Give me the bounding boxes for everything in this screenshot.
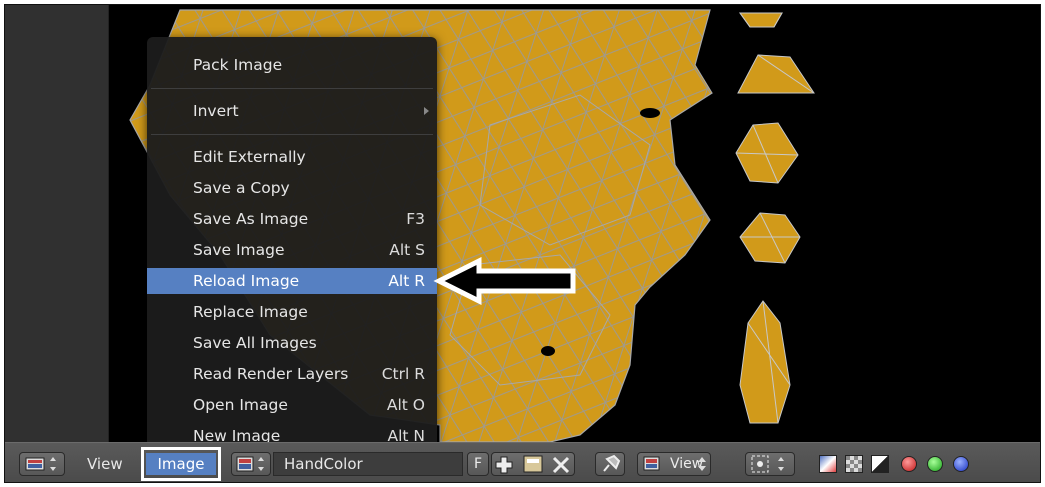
menu-item-label: Edit Externally [193,148,306,166]
menu-item-label: Save a Copy [193,179,290,197]
updown-arrow-icon [698,457,706,471]
editor-type-button[interactable] [19,452,65,476]
channel-alpha-icon[interactable] [845,455,863,473]
channel-red-icon[interactable] [901,456,917,472]
menu-item-label: Save As Image [193,210,309,228]
image-editor-window: Pack Image Invert Edit Externally Save a… [4,4,1041,483]
menu-item-label: Pack Image [193,56,283,74]
new-image-icon[interactable] [495,456,513,474]
pin-button[interactable] [595,452,625,476]
menu-item-pack-image[interactable]: Pack Image [147,52,437,78]
open-image-icon[interactable] [523,455,543,473]
menu-item-label: Read Render Layers [193,365,349,383]
menu-item-shortcut: Alt R [388,272,425,290]
menu-item-label: Open Image [193,396,288,414]
fake-user-button[interactable]: F [467,452,489,476]
pointer-arrow-icon [433,257,576,305]
menu-item-read-render-layers[interactable]: Read Render Layers Ctrl R [147,361,437,387]
uv-island-small [735,12,815,424]
menu-item-replace-image[interactable]: Replace Image [147,299,437,325]
tool-shelf-panel [5,5,109,442]
image-actions-icons [495,455,570,474]
image-actions-group [491,452,575,476]
image-menu-dropdown: Pack Image Invert Edit Externally Save a… [147,37,437,451]
pivot-dropdown[interactable] [745,452,795,476]
menu-item-open-image[interactable]: Open Image Alt O [147,392,437,418]
pin-icon [603,454,621,472]
menu-item-save-as-image[interactable]: Save As Image F3 [147,206,437,232]
menu-item-label: Invert [193,102,239,120]
image-editor-header: View Image HandColor F View [5,442,1040,482]
channel-rgb-alpha-icon[interactable] [819,455,837,473]
channel-green-icon[interactable] [927,456,943,472]
unlink-icon[interactable] [552,456,570,474]
menu-item-shortcut: Ctrl R [381,365,425,383]
menu-item-label: Reload Image [193,272,300,290]
menu-item-shortcut: Alt S [389,241,425,259]
pivot-icon [751,455,784,473]
menu-item-shortcut: Alt O [386,396,425,414]
channel-z-icon[interactable] [871,455,889,473]
menu-separator [151,134,433,135]
menu-item-label: Save All Images [193,334,317,352]
image-menu-highlight-box: Image [141,447,221,481]
menu-item-label: Save Image [193,241,285,259]
menu-item-edit-externally[interactable]: Edit Externally [147,144,437,170]
menu-item-save-a-copy[interactable]: Save a Copy [147,175,437,201]
image-browse-icon [236,456,264,472]
menu-item-label: Replace Image [193,303,308,321]
menu-item-invert[interactable]: Invert [147,98,437,124]
channel-blue-icon[interactable] [953,456,969,472]
editor-type-icon [25,457,56,471]
menu-item-save-all-images[interactable]: Save All Images [147,330,437,356]
menu-item-shortcut: F3 [406,210,425,228]
menu-separator [151,88,433,89]
menu-item-save-image[interactable]: Save Image Alt S [147,237,437,263]
submenu-arrow-icon [424,107,429,115]
view-menu[interactable]: View [87,452,123,476]
view-mode-dropdown[interactable]: View [637,452,711,476]
image-menu[interactable]: Image [146,453,216,475]
image-view-icon [643,456,660,471]
image-browse-button[interactable] [231,452,271,476]
menu-item-reload-image[interactable]: Reload Image Alt R [147,268,437,294]
image-name-field[interactable]: HandColor [273,452,463,476]
